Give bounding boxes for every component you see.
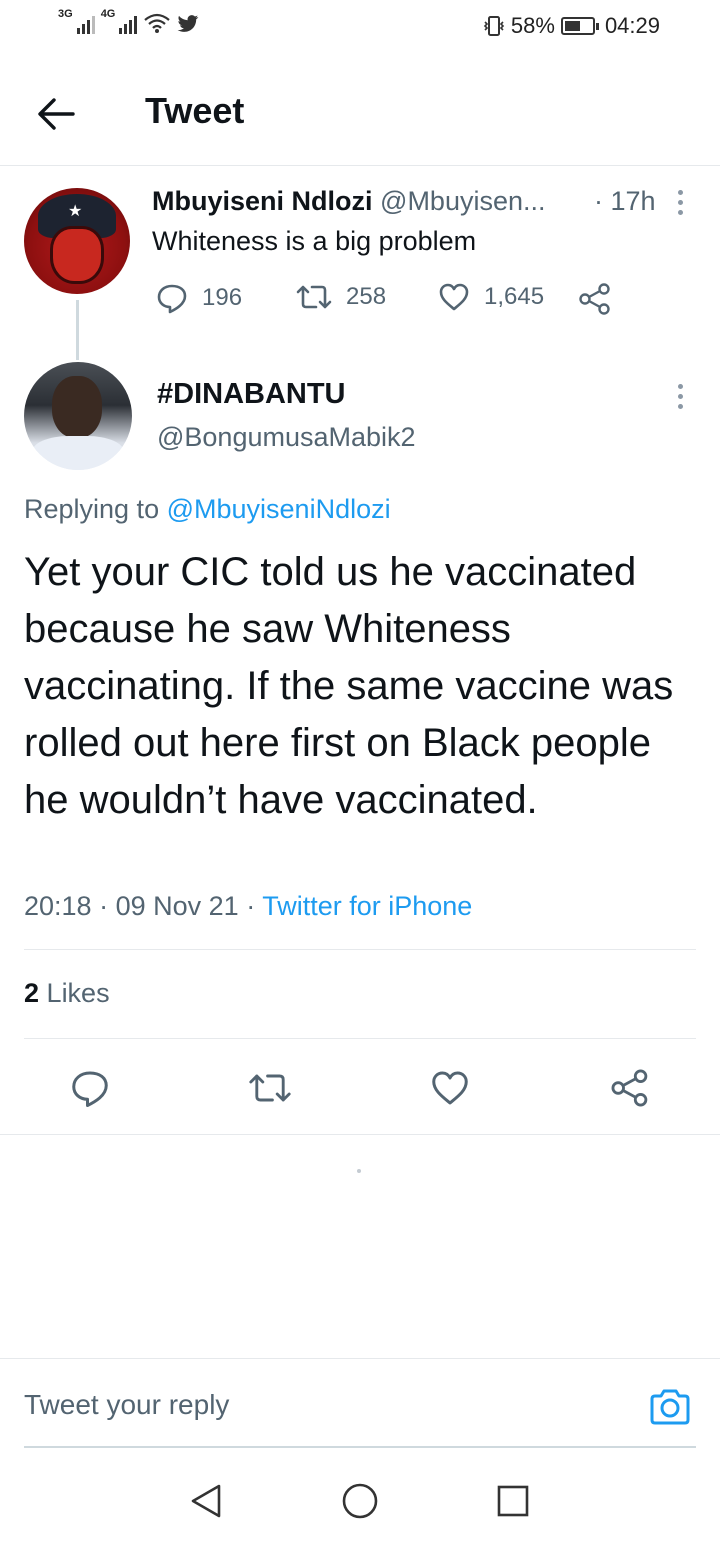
wifi-icon xyxy=(144,13,171,33)
reply-input[interactable] xyxy=(24,1389,584,1421)
camera-button[interactable] xyxy=(648,1387,696,1431)
twitter-bird-icon xyxy=(178,15,199,32)
reply-icon xyxy=(72,1071,108,1107)
share-icon xyxy=(579,283,610,315)
main-tweet-author-handle[interactable]: @BongumusaMabik2 xyxy=(157,422,416,453)
page-title: Tweet xyxy=(145,90,245,131)
nav-recents-button[interactable] xyxy=(490,1478,536,1524)
main-tweet-text: Yet your CIC told us he vaccinated becau… xyxy=(24,550,674,822)
top-app-bar: Tweet xyxy=(0,62,720,166)
signal-icon: 4G xyxy=(101,8,138,34)
parent-tweet-author[interactable]: Mbuyiseni Ndlozi @Mbuyisen... xyxy=(152,186,546,217)
thread-connector-line xyxy=(76,300,79,360)
replying-to: Replying to @MbuyiseniNdlozi xyxy=(24,494,391,525)
main-tweet-date: 09 Nov 21 xyxy=(115,891,239,921)
signal-2-label: 4G xyxy=(100,8,116,20)
battery-icon xyxy=(560,17,599,35)
like-button[interactable] xyxy=(428,1066,472,1110)
main-tweet-time: 20:18 xyxy=(24,891,92,921)
heart-icon xyxy=(432,1071,468,1105)
parent-like-button[interactable]: 1,645 xyxy=(438,282,544,312)
system-navigation-bar xyxy=(0,1460,720,1541)
retweet-icon xyxy=(249,1074,291,1102)
main-tweet-author-name[interactable]: #DINABANTU xyxy=(157,378,346,411)
main-tweet-meta: 20:18 · 09 Nov 21 · Twitter for iPhone xyxy=(24,891,472,922)
likes-summary[interactable]: 2 Likes xyxy=(24,978,110,1009)
clock: 04:29 xyxy=(604,13,660,38)
parent-reply-count: 196 xyxy=(202,284,243,311)
parent-retweet-button[interactable]: 258 xyxy=(296,282,386,312)
parent-tweet-time: · 17h xyxy=(594,186,656,216)
parent-tweet-avatar[interactable]: ★ xyxy=(24,188,130,294)
square-recents-icon xyxy=(497,1485,529,1517)
reply-composer-bar xyxy=(0,1358,720,1448)
parent-tweet-author-handle[interactable]: @Mbuyisen... xyxy=(380,186,545,216)
status-right: 58% 04:29 xyxy=(483,13,660,39)
replying-to-handle[interactable]: @MbuyiseniNdlozi xyxy=(167,494,391,524)
parent-tweet-author-name[interactable]: Mbuyiseni Ndlozi xyxy=(152,186,373,216)
heart-icon xyxy=(439,283,469,311)
arrow-left-icon xyxy=(38,98,75,130)
camera-icon xyxy=(650,1389,690,1425)
reply-button[interactable] xyxy=(68,1066,112,1110)
divider xyxy=(24,1038,696,1039)
nav-home-button[interactable] xyxy=(337,1478,383,1524)
parent-share-button[interactable] xyxy=(578,282,612,316)
battery-fill xyxy=(564,21,580,31)
main-tweet-more-icon[interactable] xyxy=(675,384,685,409)
vibrate-icon xyxy=(483,16,505,36)
likes-count: 2 xyxy=(24,978,40,1008)
parent-reply-button[interactable]: 196 xyxy=(156,282,242,314)
loading-indicator xyxy=(357,1169,361,1173)
divider xyxy=(0,1134,720,1135)
main-tweet-actions xyxy=(0,1060,720,1116)
signal-1-label: 3G xyxy=(58,8,73,20)
retweet-icon xyxy=(296,285,332,309)
nav-back-button[interactable] xyxy=(183,1478,229,1524)
triangle-back-icon xyxy=(191,1484,221,1518)
share-button[interactable] xyxy=(608,1066,652,1110)
parent-like-count: 1,645 xyxy=(484,283,545,310)
replying-to-prefix: Replying to xyxy=(24,494,160,524)
status-bar: 3G 4G 58% 04:29 xyxy=(0,0,720,54)
retweet-button[interactable] xyxy=(248,1066,292,1110)
back-button[interactable] xyxy=(30,88,82,140)
parent-tweet-text: Whiteness is a big problem xyxy=(152,226,477,256)
reply-icon xyxy=(157,284,187,314)
battery-percent: 58% xyxy=(510,13,555,38)
share-icon xyxy=(611,1069,648,1107)
main-tweet-source[interactable]: Twitter for iPhone xyxy=(262,891,472,921)
parent-retweet-count: 258 xyxy=(346,283,387,310)
reply-input-underline xyxy=(24,1446,696,1448)
meta-separator: · xyxy=(246,891,263,921)
meta-separator: · xyxy=(99,891,116,921)
divider xyxy=(24,949,696,950)
likes-label: Likes xyxy=(46,978,110,1008)
main-tweet-avatar[interactable] xyxy=(24,362,132,470)
circle-home-icon xyxy=(342,1483,378,1519)
parent-tweet-more-icon[interactable] xyxy=(675,190,685,215)
status-left: 3G 4G xyxy=(58,8,199,34)
signal-icon: 3G xyxy=(58,8,95,34)
